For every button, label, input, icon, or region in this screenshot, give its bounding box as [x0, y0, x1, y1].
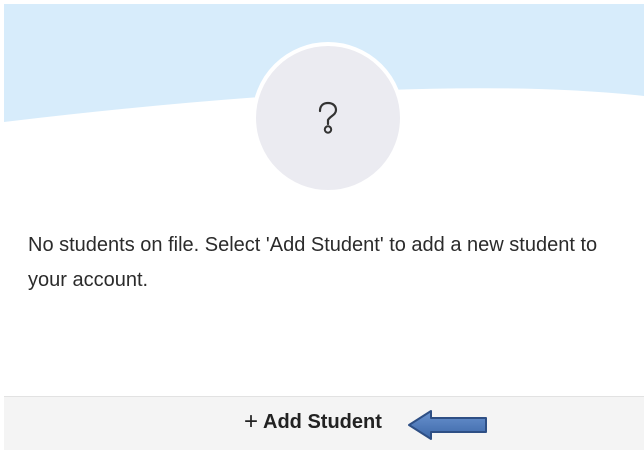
add-student-button[interactable]: + Add Student: [244, 404, 382, 440]
plus-icon: +: [244, 408, 259, 435]
student-card: No students on file. Select 'Add Student…: [4, 4, 644, 450]
empty-state-message: No students on file. Select 'Add Student…: [28, 234, 598, 291]
left-arrow-annotation-icon: [408, 410, 487, 440]
question-mark-icon: [318, 101, 338, 134]
avatar-placeholder: [252, 42, 404, 194]
add-student-label: Add Student: [263, 410, 382, 433]
